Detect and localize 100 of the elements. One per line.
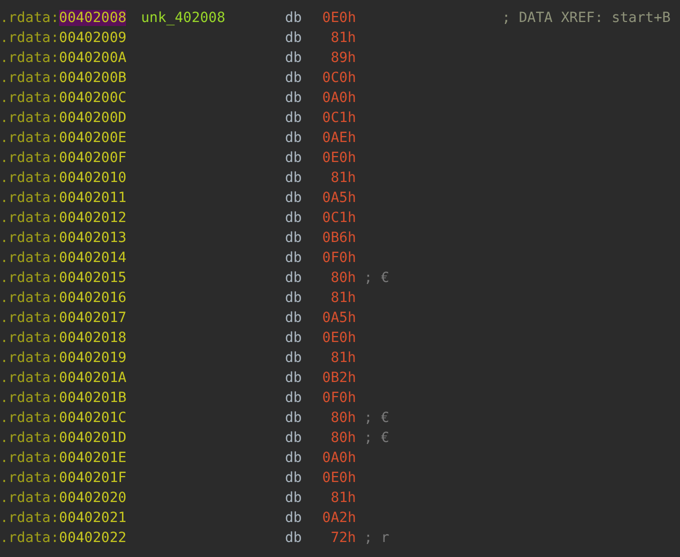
segment-name: .rdata: bbox=[0, 350, 60, 366]
mnemonic: db bbox=[285, 230, 303, 246]
address[interactable]: 0040201C bbox=[59, 410, 126, 426]
mnemonic: db bbox=[285, 110, 303, 126]
mnemonic: db bbox=[285, 10, 303, 26]
address[interactable]: 00402020 bbox=[59, 490, 126, 506]
address[interactable]: 0040200E bbox=[59, 130, 126, 146]
segment-name: .rdata: bbox=[0, 10, 60, 26]
operand: 0A0h bbox=[321, 450, 356, 466]
operand: 81h bbox=[330, 290, 356, 306]
mnemonic: db bbox=[285, 510, 303, 526]
operand: 72h bbox=[330, 530, 356, 546]
segment-name: .rdata: bbox=[0, 330, 60, 346]
address[interactable]: 00402019 bbox=[59, 350, 126, 366]
address[interactable]: 0040200D bbox=[59, 110, 126, 126]
address[interactable]: 0040200F bbox=[59, 150, 126, 166]
address[interactable]: 0040200B bbox=[59, 70, 126, 86]
mnemonic: db bbox=[285, 90, 303, 106]
address[interactable]: 00402015 bbox=[59, 270, 126, 286]
mnemonic: db bbox=[285, 330, 303, 346]
char-comment: ; € bbox=[364, 430, 390, 446]
segment-name: .rdata: bbox=[0, 410, 60, 426]
char-comment: ; € bbox=[364, 410, 390, 426]
mnemonic: db bbox=[285, 150, 303, 166]
mnemonic: db bbox=[285, 170, 303, 186]
operand: 0C1h bbox=[321, 110, 356, 126]
operand: 0A2h bbox=[321, 510, 356, 526]
operand: 0C1h bbox=[321, 210, 356, 226]
mnemonic: db bbox=[285, 370, 303, 386]
operand: 81h bbox=[330, 170, 356, 186]
address[interactable]: 00402010 bbox=[59, 170, 126, 186]
mnemonic: db bbox=[285, 190, 303, 206]
segment-name: .rdata: bbox=[0, 170, 60, 186]
segment-name: .rdata: bbox=[0, 150, 60, 166]
operand: 0B6h bbox=[321, 230, 356, 246]
segment-name: .rdata: bbox=[0, 70, 60, 86]
operand: 0E0h bbox=[321, 470, 356, 486]
segment-name: .rdata: bbox=[0, 430, 60, 446]
address[interactable]: 0040201D bbox=[59, 430, 126, 446]
char-comment: ; r bbox=[364, 530, 390, 546]
operand: 80h bbox=[330, 270, 356, 286]
address[interactable]: 0040200A bbox=[59, 50, 126, 66]
mnemonic: db bbox=[285, 530, 303, 546]
operand: 0A5h bbox=[321, 190, 356, 206]
segment-name: .rdata: bbox=[0, 50, 60, 66]
address[interactable]: 00402008 bbox=[59, 10, 126, 26]
operand: 80h bbox=[330, 430, 356, 446]
operand: 0E0h bbox=[321, 150, 356, 166]
mnemonic: db bbox=[285, 430, 303, 446]
segment-name: .rdata: bbox=[0, 510, 60, 526]
segment-name: .rdata: bbox=[0, 290, 60, 306]
operand: 0AEh bbox=[321, 130, 356, 146]
address[interactable]: 0040201B bbox=[59, 390, 126, 406]
segment-name: .rdata: bbox=[0, 310, 60, 326]
operand: 0E0h bbox=[321, 10, 356, 26]
address[interactable]: 00402017 bbox=[59, 310, 126, 326]
mnemonic: db bbox=[285, 210, 303, 226]
segment-name: .rdata: bbox=[0, 390, 60, 406]
address[interactable]: 0040201E bbox=[59, 450, 126, 466]
segment-name: .rdata: bbox=[0, 530, 60, 546]
mnemonic: db bbox=[285, 450, 303, 466]
mnemonic: db bbox=[285, 490, 303, 506]
address[interactable]: 00402012 bbox=[59, 210, 126, 226]
mnemonic: db bbox=[285, 350, 303, 366]
address[interactable]: 0040201A bbox=[59, 370, 126, 386]
address[interactable]: 00402016 bbox=[59, 290, 126, 306]
operand: 0B2h bbox=[321, 370, 356, 386]
segment-name: .rdata: bbox=[0, 490, 60, 506]
address[interactable]: 0040200C bbox=[59, 90, 126, 106]
segment-name: .rdata: bbox=[0, 30, 60, 46]
address[interactable]: 00402011 bbox=[59, 190, 126, 206]
operand: 89h bbox=[330, 50, 356, 66]
mnemonic: db bbox=[285, 70, 303, 86]
operand: 0F0h bbox=[321, 390, 356, 406]
mnemonic: db bbox=[285, 410, 303, 426]
address[interactable]: 00402014 bbox=[59, 250, 126, 266]
address[interactable]: 00402013 bbox=[59, 230, 126, 246]
xref-comment[interactable]: ; DATA XREF: start+B bbox=[502, 10, 671, 26]
segment-name: .rdata: bbox=[0, 230, 60, 246]
segment-name: .rdata: bbox=[0, 470, 60, 486]
operand: 0A5h bbox=[321, 310, 356, 326]
mnemonic: db bbox=[285, 130, 303, 146]
segment-name: .rdata: bbox=[0, 210, 60, 226]
address[interactable]: 00402022 bbox=[59, 530, 126, 546]
operand: 0A0h bbox=[321, 90, 356, 106]
operand: 0E0h bbox=[321, 330, 356, 346]
data-label[interactable]: unk_402008 bbox=[141, 10, 226, 26]
mnemonic: db bbox=[285, 470, 303, 486]
address[interactable]: 0040201F bbox=[59, 470, 126, 486]
operand: 81h bbox=[330, 350, 356, 366]
address[interactable]: 00402021 bbox=[59, 510, 126, 526]
mnemonic: db bbox=[285, 250, 303, 266]
mnemonic: db bbox=[285, 50, 303, 66]
address[interactable]: 00402009 bbox=[59, 30, 126, 46]
operand: 80h bbox=[330, 410, 356, 426]
address[interactable]: 00402018 bbox=[59, 330, 126, 346]
char-comment: ; € bbox=[364, 270, 390, 286]
segment-name: .rdata: bbox=[0, 250, 60, 266]
mnemonic: db bbox=[285, 30, 303, 46]
segment-name: .rdata: bbox=[0, 450, 60, 466]
